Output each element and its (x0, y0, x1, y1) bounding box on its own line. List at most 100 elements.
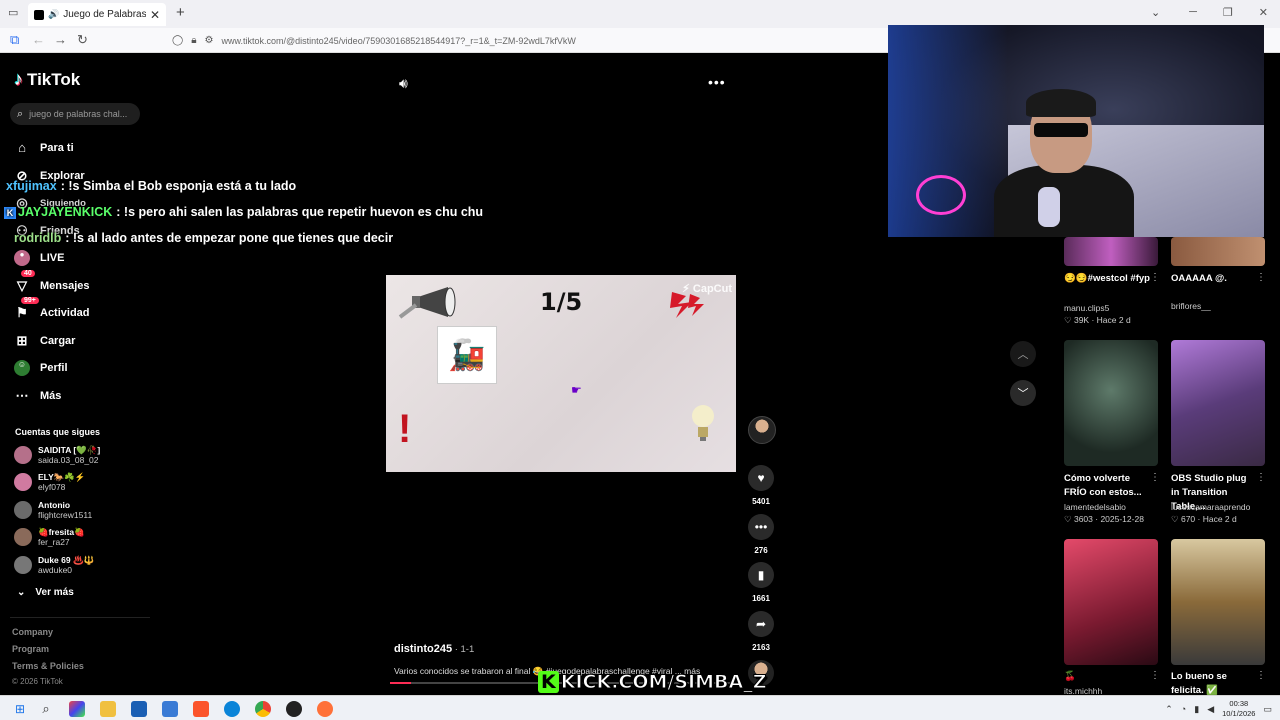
cursor-pointer-icon: ☛ (571, 383, 582, 397)
search-icon[interactable]: ⌕ (38, 701, 54, 717)
more-options-icon[interactable]: ••• (708, 74, 726, 90)
video-player[interactable]: 1/5 ⚡︎ CapCut 🚂 ! ☛ (386, 275, 736, 472)
tab-list-icon[interactable]: ▭ (8, 6, 18, 19)
creator-avatar[interactable] (748, 416, 776, 444)
footer-link-company[interactable]: Company (12, 627, 53, 637)
sidebar-toggle-icon[interactable]: ⧉ (10, 32, 19, 48)
store-icon[interactable] (131, 701, 147, 717)
sidebar-item-live[interactable]: ● LIVE (14, 250, 64, 266)
recommended-title[interactable]: Cómo volverte FRÍO con estos... (1064, 472, 1150, 500)
recommended-thumbnail[interactable] (1064, 539, 1158, 665)
activity-icon: ⚑ 99+ (14, 297, 39, 321)
comment-icon: ••• (748, 514, 774, 540)
next-video-button[interactable]: ﹀ (1010, 380, 1036, 406)
recommended-author[interactable]: its.michhh (1064, 685, 1102, 695)
sidebar-item-label: Perfil (40, 362, 68, 374)
wifi-icon[interactable]: ◔ (1181, 704, 1186, 714)
recommended-more-icon[interactable]: ⋮ (1256, 272, 1266, 283)
audio-icon[interactable]: 🔊 (48, 9, 59, 20)
author-name[interactable]: distinto245 (394, 643, 452, 655)
upload-icon: ⊞ (16, 333, 28, 348)
recommended-title[interactable]: 🍒 (1064, 670, 1150, 684)
window-close-icon[interactable]: ✕ (1259, 6, 1268, 19)
following-item[interactable]: 🍓fresita🍓 fer_ra27 (14, 527, 85, 547)
following-item[interactable]: Antonio flightcrew1511 (14, 500, 92, 520)
recommended-thumbnail[interactable] (1171, 340, 1265, 466)
address-bar[interactable]: ◯ 🔒︎ ⚙ www.tiktok.com/@distinto245/video… (166, 31, 886, 50)
shield-icon[interactable]: ◯ (172, 35, 183, 46)
kick-badge-icon: K (4, 207, 16, 219)
forward-icon[interactable]: → (54, 32, 67, 47)
lock-icon[interactable]: 🔒︎ (191, 35, 196, 46)
chat-user: JAYJAYENKICK (18, 205, 113, 219)
browser-tab-bar: ▭ 🔊 Juego de Palabras Challeng ✕ + ⌄ ─ ❐… (0, 0, 1280, 28)
permissions-icon[interactable]: ⚙ (205, 35, 214, 46)
comment-button[interactable]: ••• 276 (748, 514, 774, 555)
see-more-button[interactable]: ⌄ Ver más (17, 587, 74, 598)
reload-icon[interactable]: ↻ (77, 32, 88, 48)
recommended-author[interactable]: lamentedelsabio (1064, 501, 1126, 513)
brave-icon[interactable] (193, 701, 209, 717)
minimize-icon[interactable]: ─ (1189, 6, 1197, 19)
recommended-more-icon[interactable]: ⋮ (1150, 272, 1160, 283)
previous-video-button[interactable]: ︿ (1010, 341, 1036, 367)
search-icon: ⌕ (17, 107, 24, 120)
sidebar-item-cargar[interactable]: ⊞ Cargar (14, 333, 76, 349)
volume-icon[interactable]: 🔊︎ (399, 75, 408, 92)
chat-user: xfujimax (6, 179, 57, 193)
recommended-author[interactable]: manu.clips5 (1064, 302, 1109, 314)
app-icon[interactable] (162, 701, 178, 717)
speaker-icon[interactable]: ◀ (1207, 704, 1214, 715)
video-author[interactable]: distinto245 · 1-1 (394, 643, 474, 655)
sidebar-item-perfil[interactable]: ☺ Perfil (14, 360, 68, 376)
share-button[interactable]: ➦ 2163 (748, 611, 774, 652)
chrome-icon[interactable] (255, 701, 271, 717)
recommended-more-icon[interactable]: ⋮ (1256, 670, 1266, 681)
tabs-dropdown-icon[interactable]: ⌄ (1151, 6, 1160, 19)
obs-icon[interactable] (286, 701, 302, 717)
battery-icon[interactable]: ▮ (1194, 704, 1199, 715)
file-explorer-icon[interactable] (100, 701, 116, 717)
firefox-icon[interactable] (317, 701, 333, 717)
sidebar-item-para-ti[interactable]: ⌂ Para ti (14, 140, 74, 155)
clock[interactable]: 00:38 10/1/2026 (1222, 699, 1255, 719)
chat-text: : !s Simba el Bob esponja está a tu lado (60, 179, 297, 193)
sidebar-item-actividad[interactable]: ⚑ 99+ Actividad (14, 297, 90, 321)
search-placeholder[interactable]: juego de palabras chal... (29, 109, 127, 119)
recommended-thumbnail[interactable] (1064, 340, 1158, 466)
footer-link-program[interactable]: Program (12, 644, 49, 654)
recommended-title[interactable]: Lo bueno se felicita. ✅ (1171, 670, 1257, 695)
search-input[interactable]: ⌕ juego de palabras chal... (10, 103, 140, 125)
back-icon[interactable]: ← (32, 32, 45, 47)
notifications-icon[interactable]: ▭ (1263, 704, 1272, 715)
close-tab-icon[interactable]: ✕ (150, 8, 160, 22)
following-item[interactable]: Duke 69 ♨️🔱 awduke0 (14, 555, 94, 575)
copilot-icon[interactable] (69, 701, 85, 717)
recommended-title[interactable]: 😏😏#westcol #fyp (1064, 272, 1150, 286)
recommended-thumbnail[interactable] (1171, 237, 1265, 266)
recommended-thumbnail[interactable] (1171, 539, 1265, 665)
sidebar-item-mensajes[interactable]: ▽ 40 Mensajes (14, 270, 90, 294)
windows-start-icon[interactable]: ⊞ (12, 701, 28, 717)
tiktok-logo[interactable]: ♪ TikTok (14, 69, 80, 90)
save-button[interactable]: ▮ 1661 (748, 562, 774, 603)
recommended-author[interactable]: lucescamaraaprendo (1171, 501, 1250, 513)
browser-tab-active[interactable]: 🔊 Juego de Palabras Challeng ✕ (28, 3, 166, 26)
url-text[interactable]: www.tiktok.com/@distinto245/video/759030… (222, 36, 576, 46)
recommended-thumbnail[interactable] (1064, 237, 1158, 266)
footer-link-terms[interactable]: Terms & Policies (12, 661, 84, 671)
like-button[interactable]: ♥ 5401 (748, 465, 774, 506)
new-tab-icon[interactable]: + (176, 4, 185, 21)
sidebar-item-mas[interactable]: ⋯ Más (14, 388, 62, 404)
recommended-more-icon[interactable]: ⋮ (1150, 670, 1160, 681)
edge-icon[interactable] (224, 701, 240, 717)
recommended-author[interactable]: briflores__ (1171, 300, 1211, 312)
recommended-more-icon[interactable]: ⋮ (1256, 472, 1266, 483)
tray-overflow-icon[interactable]: ⌃ (1165, 704, 1173, 715)
recommended-title[interactable]: OAAAAA @. (1171, 272, 1257, 286)
recommended-more-icon[interactable]: ⋮ (1150, 472, 1160, 483)
following-item[interactable]: SAIDITA [💚🥀] saida.03_08_02 (14, 445, 100, 465)
restore-icon[interactable]: ❐ (1223, 6, 1233, 19)
heart-icon: ♥ (748, 465, 774, 491)
following-item[interactable]: ELY🐎☘️⚡ elyf078 (14, 472, 86, 492)
